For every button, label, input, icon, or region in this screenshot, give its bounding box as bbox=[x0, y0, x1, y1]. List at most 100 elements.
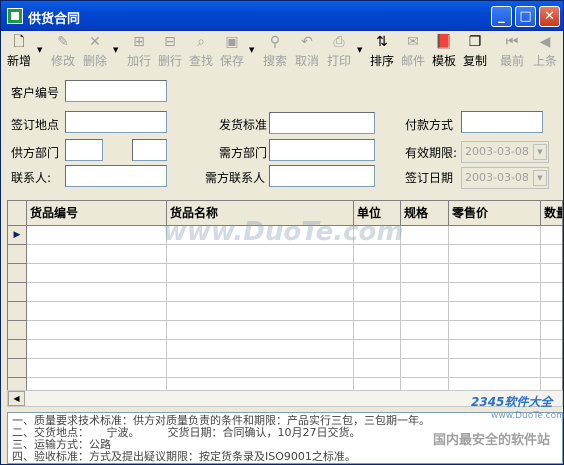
valid-date-picker[interactable]: 2003-03-08 ▼ bbox=[461, 141, 549, 163]
row-indicator[interactable]: ▶ bbox=[8, 226, 27, 245]
sign-place-input[interactable] bbox=[65, 111, 167, 133]
first-button[interactable]: ⏮ 最前 bbox=[498, 34, 526, 70]
table-cell[interactable] bbox=[27, 245, 167, 264]
copy-button[interactable]: ❐ 复制 bbox=[461, 34, 489, 70]
table-cell[interactable] bbox=[167, 245, 354, 264]
table-cell[interactable] bbox=[449, 359, 541, 378]
table-cell[interactable] bbox=[27, 302, 167, 321]
delete-dropdown-arrow[interactable]: ▼ bbox=[113, 46, 118, 54]
table-row[interactable] bbox=[8, 245, 562, 264]
scroll-left-button[interactable]: ◀ bbox=[8, 391, 25, 406]
row-indicator[interactable] bbox=[8, 359, 27, 378]
table-cell[interactable] bbox=[27, 283, 167, 302]
prev-button[interactable]: ◀ 上条 bbox=[531, 34, 559, 70]
table-cell[interactable] bbox=[401, 245, 449, 264]
supplier-dept-input[interactable] bbox=[65, 139, 103, 161]
table-row[interactable] bbox=[8, 264, 562, 283]
table-cell[interactable] bbox=[354, 245, 401, 264]
table-cell[interactable] bbox=[449, 340, 541, 359]
table-cell[interactable] bbox=[354, 359, 401, 378]
valid-date-dropdown[interactable]: ▼ bbox=[533, 144, 547, 160]
payment-input[interactable] bbox=[461, 111, 543, 133]
table-cell[interactable] bbox=[541, 283, 562, 302]
table-row[interactable] bbox=[8, 340, 562, 359]
customer-no-input[interactable] bbox=[65, 80, 167, 102]
mail-button[interactable]: ✉ 邮件 bbox=[399, 34, 427, 70]
table-cell[interactable] bbox=[401, 283, 449, 302]
table-row[interactable] bbox=[8, 302, 562, 321]
search-button[interactable]: ⚲ 搜索 bbox=[261, 34, 289, 70]
table-cell[interactable] bbox=[27, 340, 167, 359]
minimize-button[interactable]: _ bbox=[491, 6, 512, 27]
table-cell[interactable] bbox=[167, 340, 354, 359]
row-indicator[interactable] bbox=[8, 264, 27, 283]
new-dropdown-arrow[interactable]: ▼ bbox=[37, 46, 42, 54]
table-cell[interactable] bbox=[354, 321, 401, 340]
table-cell[interactable] bbox=[541, 340, 562, 359]
new-button[interactable]: 🗋 新增 bbox=[5, 34, 33, 70]
save-button[interactable]: ▣ 保存 bbox=[218, 34, 246, 70]
close-button[interactable]: ✕ bbox=[539, 6, 560, 27]
contact-input[interactable] bbox=[65, 165, 167, 187]
table-cell[interactable] bbox=[449, 226, 541, 245]
maximize-button[interactable]: □ bbox=[515, 6, 536, 27]
goods-grid[interactable]: 货品编号 货品名称 单位 规格 零售价 数量 ▶ www.DuoTe.com bbox=[7, 200, 563, 406]
table-cell[interactable] bbox=[27, 321, 167, 340]
table-cell[interactable] bbox=[354, 283, 401, 302]
row-indicator[interactable] bbox=[8, 302, 27, 321]
supplier-dept-name-input[interactable] bbox=[132, 139, 167, 161]
row-indicator[interactable] bbox=[8, 283, 27, 302]
table-cell[interactable] bbox=[354, 264, 401, 283]
table-cell[interactable] bbox=[167, 359, 354, 378]
buyer-contact-input[interactable] bbox=[269, 165, 375, 187]
table-row[interactable] bbox=[8, 283, 562, 302]
table-cell[interactable] bbox=[27, 226, 167, 245]
table-cell[interactable] bbox=[354, 340, 401, 359]
table-cell[interactable] bbox=[167, 264, 354, 283]
table-cell[interactable] bbox=[541, 245, 562, 264]
buyer-dept-input[interactable] bbox=[269, 139, 375, 161]
title-bar[interactable]: 供货合同 _ □ ✕ bbox=[1, 1, 563, 31]
col-goods-no[interactable]: 货品编号 bbox=[27, 201, 167, 226]
table-cell[interactable] bbox=[401, 264, 449, 283]
table-cell[interactable] bbox=[167, 302, 354, 321]
edit-button[interactable]: ✎ 修改 bbox=[49, 34, 77, 70]
add-row-button[interactable]: ⊞ 加行 bbox=[125, 34, 153, 70]
template-button[interactable]: 📕 模板 bbox=[430, 34, 458, 70]
table-cell[interactable] bbox=[449, 245, 541, 264]
find-button[interactable]: ⌕ 查找 bbox=[187, 34, 215, 70]
col-retail-price[interactable]: 零售价 bbox=[449, 201, 541, 226]
table-cell[interactable] bbox=[354, 302, 401, 321]
table-cell[interactable] bbox=[449, 302, 541, 321]
table-cell[interactable] bbox=[167, 321, 354, 340]
table-cell[interactable] bbox=[449, 321, 541, 340]
table-cell[interactable] bbox=[401, 226, 449, 245]
table-row[interactable] bbox=[8, 359, 562, 378]
print-button[interactable]: ⎙ 打印 bbox=[325, 34, 353, 70]
table-cell[interactable] bbox=[27, 264, 167, 283]
table-cell[interactable] bbox=[27, 359, 167, 378]
table-cell[interactable] bbox=[449, 264, 541, 283]
table-cell[interactable] bbox=[401, 359, 449, 378]
table-cell[interactable] bbox=[401, 340, 449, 359]
cancel-button[interactable]: ↶ 取消 bbox=[293, 34, 321, 70]
table-cell[interactable] bbox=[167, 283, 354, 302]
row-indicator[interactable] bbox=[8, 340, 27, 359]
print-dropdown-arrow[interactable]: ▼ bbox=[357, 46, 362, 54]
table-cell[interactable] bbox=[541, 264, 562, 283]
table-cell[interactable] bbox=[541, 226, 562, 245]
sign-date-picker[interactable]: 2003-03-08 ▼ bbox=[461, 167, 549, 189]
sign-date-dropdown[interactable]: ▼ bbox=[533, 170, 547, 186]
delete-row-button[interactable]: ⊟ 删行 bbox=[156, 34, 184, 70]
table-cell[interactable] bbox=[541, 321, 562, 340]
delete-button[interactable]: ✕ 删除 bbox=[81, 34, 109, 70]
table-cell[interactable] bbox=[541, 302, 562, 321]
table-cell[interactable] bbox=[449, 283, 541, 302]
col-spec[interactable]: 规格 bbox=[401, 201, 449, 226]
table-row[interactable] bbox=[8, 321, 562, 340]
save-dropdown-arrow[interactable]: ▼ bbox=[249, 46, 254, 54]
table-cell[interactable] bbox=[541, 359, 562, 378]
table-cell[interactable] bbox=[401, 321, 449, 340]
table-cell[interactable] bbox=[401, 302, 449, 321]
col-quantity[interactable]: 数量 bbox=[541, 201, 562, 226]
